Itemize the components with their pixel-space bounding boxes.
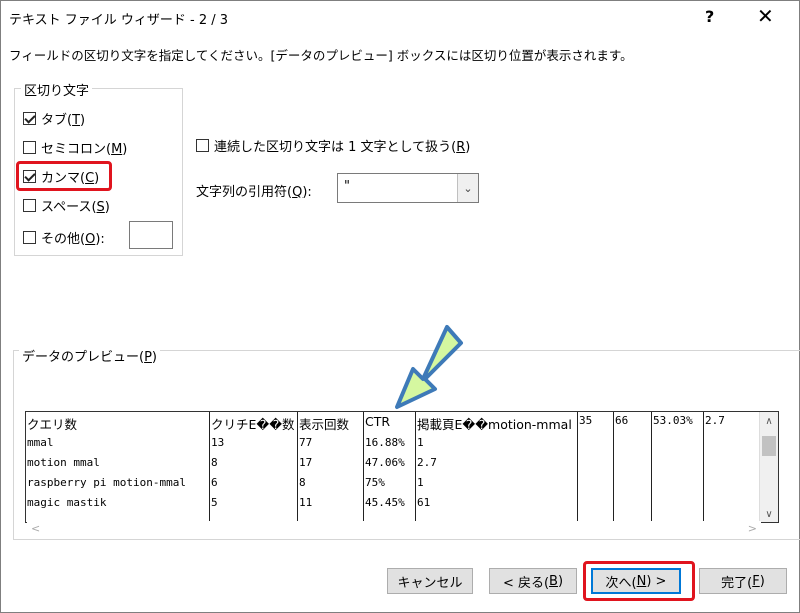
chevron-down-icon[interactable]: ⌄ [457, 174, 478, 202]
preview-cell: 75% [365, 476, 385, 489]
preview-header-cell: 53.03% [653, 414, 693, 427]
preview-cell: 17 [299, 456, 313, 469]
preview-header-cell: 2.7 [705, 414, 725, 427]
other-delimiter-input[interactable] [129, 221, 173, 249]
scroll-left-icon[interactable]: < [31, 522, 40, 535]
help-button[interactable]: ? [705, 7, 714, 26]
preview-cell: motion mmal [27, 456, 100, 469]
scroll-thumb[interactable] [762, 436, 776, 456]
preview-cell: 1 [417, 436, 424, 449]
back-button[interactable]: < 戻る(B) [489, 568, 577, 594]
comma-checkbox-box[interactable] [23, 170, 36, 183]
semicolon-checkbox-label: セミコロン(M) [41, 142, 128, 157]
preview-grid: クエリ数 クリチE��数 表示回数 CTR 掲載頁E��motion-mmal 35 66 5… [26, 412, 760, 522]
consecutive-checkbox-label: 連続した区切り文字は 1 文字として扱う(R) [214, 140, 471, 155]
tab-checkbox-box[interactable] [23, 112, 36, 125]
close-button[interactable]: ✕ [757, 4, 774, 28]
text-qualifier-label: 文字列の引用符(Q): [196, 185, 312, 200]
preview-column-divider[interactable] [652, 412, 704, 522]
preview-label: データのプレビュー(P) [19, 346, 160, 365]
preview-cell: 6 [211, 476, 218, 489]
other-checkbox-box[interactable] [23, 231, 36, 244]
scroll-right-icon[interactable]: > [748, 522, 757, 535]
window-title: テキスト ファイル ウィザード - 2 / 3 [9, 13, 229, 28]
space-checkbox-label: スペース(S) [41, 200, 110, 215]
preview-header-cell: クエリ数 [27, 417, 78, 432]
preview-column-divider[interactable] [614, 412, 652, 522]
scroll-up-icon[interactable]: ∧ [760, 416, 778, 427]
preview-horizontal-scrollbar[interactable]: < > [27, 521, 761, 537]
semicolon-checkbox-box[interactable] [23, 141, 36, 154]
comma-checkbox[interactable]: カンマ(C) [23, 167, 99, 186]
text-qualifier-value: " [344, 179, 350, 194]
preview-cell: 13 [211, 436, 225, 449]
preview-cell: 45.45% [365, 496, 405, 509]
tab-checkbox[interactable]: タブ(T) [23, 109, 85, 128]
comma-checkbox-label: カンマ(C) [41, 171, 100, 186]
preview-cell: 16.88% [365, 436, 405, 449]
preview-cell: 2.7 [417, 456, 437, 469]
cancel-button[interactable]: キャンセル [387, 568, 473, 594]
preview-cell: magic mastik [27, 496, 107, 509]
green-arrow-icon [395, 325, 463, 409]
preview-column-divider[interactable] [578, 412, 614, 522]
scroll-down-icon[interactable]: ∨ [760, 509, 778, 520]
tab-checkbox-label: タブ(T) [41, 113, 86, 128]
preview-header-cell: 35 [579, 414, 593, 427]
consecutive-delimiters-checkbox[interactable]: 連続した区切り文字は 1 文字として扱う(R) [196, 136, 470, 155]
preview-vertical-scrollbar[interactable]: ∧ ∨ [759, 412, 778, 522]
preview-cell: 61 [417, 496, 431, 509]
preview-header-cell: 表示回数 [299, 417, 350, 432]
finish-button[interactable]: 完了(F) [699, 568, 787, 594]
consecutive-checkbox-box[interactable] [196, 139, 209, 152]
data-preview-box[interactable]: クエリ数 クリチE��数 表示回数 CTR 掲載頁E��motion-mmal 35 66 5… [25, 411, 779, 523]
preview-cell: raspberry pi motion-mmal [27, 476, 186, 489]
preview-cell: 77 [299, 436, 313, 449]
other-checkbox[interactable]: その他(O): [23, 228, 105, 247]
text-qualifier-dropdown[interactable]: " ⌄ [337, 173, 479, 203]
preview-cell: 47.06% [365, 456, 405, 469]
text-import-wizard-dialog: テキスト ファイル ウィザード - 2 / 3 ? ✕ フィールドの区切り文字を… [0, 0, 800, 613]
other-checkbox-label: その他(O): [41, 232, 105, 247]
preview-cell: 1 [417, 476, 424, 489]
delimiters-group-label: 区切り文字 [21, 80, 93, 99]
semicolon-checkbox[interactable]: セミコロン(M) [23, 138, 127, 157]
preview-cell: 5 [211, 496, 218, 509]
preview-header-cell: 66 [615, 414, 629, 427]
next-button[interactable]: 次へ(N) > [591, 568, 681, 594]
instruction-text: フィールドの区切り文字を指定してください。[データのプレビュー] ボックスには区… [9, 48, 633, 63]
title-bar: テキスト ファイル ウィザード - 2 / 3 ? ✕ [1, 1, 799, 35]
preview-cell: 11 [299, 496, 313, 509]
preview-column-divider[interactable] [704, 412, 760, 522]
preview-cell: 8 [211, 456, 218, 469]
space-checkbox-box[interactable] [23, 199, 36, 212]
preview-cell: mmal [27, 436, 54, 449]
space-checkbox[interactable]: スペース(S) [23, 196, 110, 215]
preview-cell: 8 [299, 476, 306, 489]
preview-header-cell: クリチE��数 [211, 417, 295, 432]
